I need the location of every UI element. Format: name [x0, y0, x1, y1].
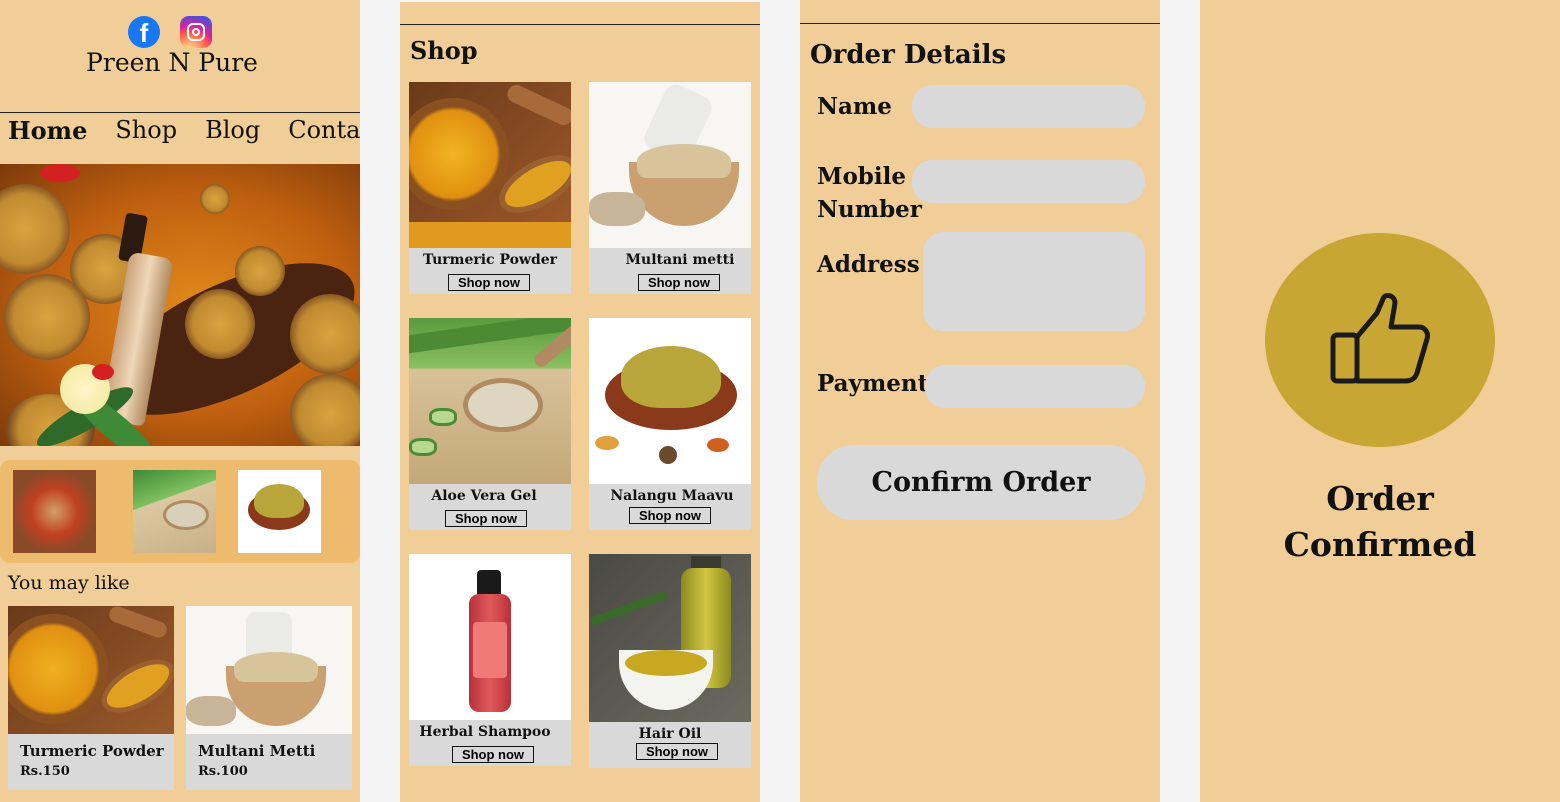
nav-shop[interactable]: Shop [115, 116, 177, 145]
product-card-multani[interactable]: Multani metti Shop now [589, 82, 751, 294]
product-card-hairoil[interactable]: Hair Oil Shop now [589, 554, 751, 768]
thumbnail-2[interactable] [133, 470, 216, 553]
suggestion-price: Rs.150 [20, 764, 70, 779]
mobile-field[interactable] [912, 160, 1145, 203]
product-name: Hair Oil [638, 726, 702, 742]
confirmation-badge [1265, 233, 1495, 447]
shop-now-button[interactable]: Shop now [452, 746, 534, 763]
nav-home[interactable]: Home [8, 116, 87, 145]
page-title: Shop [410, 36, 478, 65]
you-may-like-heading: You may like [8, 572, 130, 594]
product-name: Aloe Vera Gel [431, 488, 537, 504]
home-screen: f Preen N Pure Home Shop Blog Contact [0, 0, 360, 802]
payment-label: Payment [817, 370, 929, 397]
product-card-turmeric[interactable]: Turmeric Powder Shop now [409, 82, 571, 294]
thumbs-up-icon [1330, 293, 1430, 384]
product-image [409, 82, 571, 248]
shop-now-button[interactable]: Shop now [636, 743, 718, 760]
product-name: Multani metti [625, 252, 735, 268]
shop-screen: Shop Turmeric Powder Shop now Multani me… [400, 2, 760, 802]
product-image [589, 82, 751, 248]
brand-name: Preen N Pure [86, 48, 258, 77]
product-image [589, 318, 751, 484]
hero-image [0, 164, 360, 446]
facebook-glyph: f [139, 18, 149, 48]
suggestion-name: Turmeric Powder [20, 742, 164, 760]
instagram-icon[interactable] [180, 16, 212, 48]
name-label: Name [817, 93, 892, 120]
confirmed-text: Order Confirmed [1283, 479, 1477, 564]
product-image [409, 318, 571, 484]
mobile-label: Mobile Number [817, 163, 922, 223]
product-image [589, 554, 751, 722]
shop-now-button[interactable]: Shop now [629, 507, 711, 524]
suggestion-card[interactable]: Multani Metti Rs.100 [186, 606, 352, 790]
nav-blog[interactable]: Blog [205, 116, 260, 145]
product-name: Herbal Shampoo [419, 724, 551, 740]
confirmation-screen: Order Confirmed [1200, 0, 1560, 802]
product-card-nalangu[interactable]: Nalangu Maavu Shop now [589, 318, 751, 530]
shop-now-button[interactable]: Shop now [448, 274, 530, 291]
facebook-icon[interactable]: f [128, 16, 160, 48]
product-name: Nalangu Maavu [610, 488, 734, 504]
header-divider [400, 24, 760, 25]
name-field[interactable] [912, 85, 1145, 128]
nav-contact[interactable]: Contact [288, 116, 360, 145]
turmeric-image [8, 606, 174, 734]
suggestion-price: Rs.100 [198, 764, 248, 779]
suggestion-card[interactable]: Turmeric Powder Rs.150 [8, 606, 174, 790]
product-image [409, 554, 571, 720]
multani-image [186, 606, 352, 734]
address-label: Address [817, 251, 920, 278]
suggestion-name: Multani Metti [198, 742, 316, 760]
header-divider [800, 23, 1160, 24]
product-name: Turmeric Powder [422, 252, 558, 268]
page-title: Order Details [810, 40, 1007, 70]
thumbnail-strip [0, 460, 360, 563]
product-card-aloe[interactable]: Aloe Vera Gel Shop now [409, 318, 571, 530]
thumbnail-3[interactable] [238, 470, 321, 553]
order-confirmed-text: Order Confirmed [1200, 476, 1560, 568]
shop-now-button[interactable]: Shop now [638, 274, 720, 291]
main-nav: Home Shop Blog Contact [8, 116, 360, 145]
header-divider [0, 112, 360, 113]
thumbnail-1[interactable] [13, 470, 96, 553]
shop-now-button[interactable]: Shop now [445, 510, 527, 527]
address-field[interactable] [923, 232, 1145, 331]
social-links: f [128, 16, 212, 48]
product-card-shampoo[interactable]: Herbal Shampoo Shop now [409, 554, 571, 766]
confirm-order-button[interactable]: Confirm Order [817, 445, 1145, 520]
payment-field[interactable] [925, 365, 1145, 408]
order-screen: Order Details Name Mobile Number Address… [800, 0, 1160, 802]
